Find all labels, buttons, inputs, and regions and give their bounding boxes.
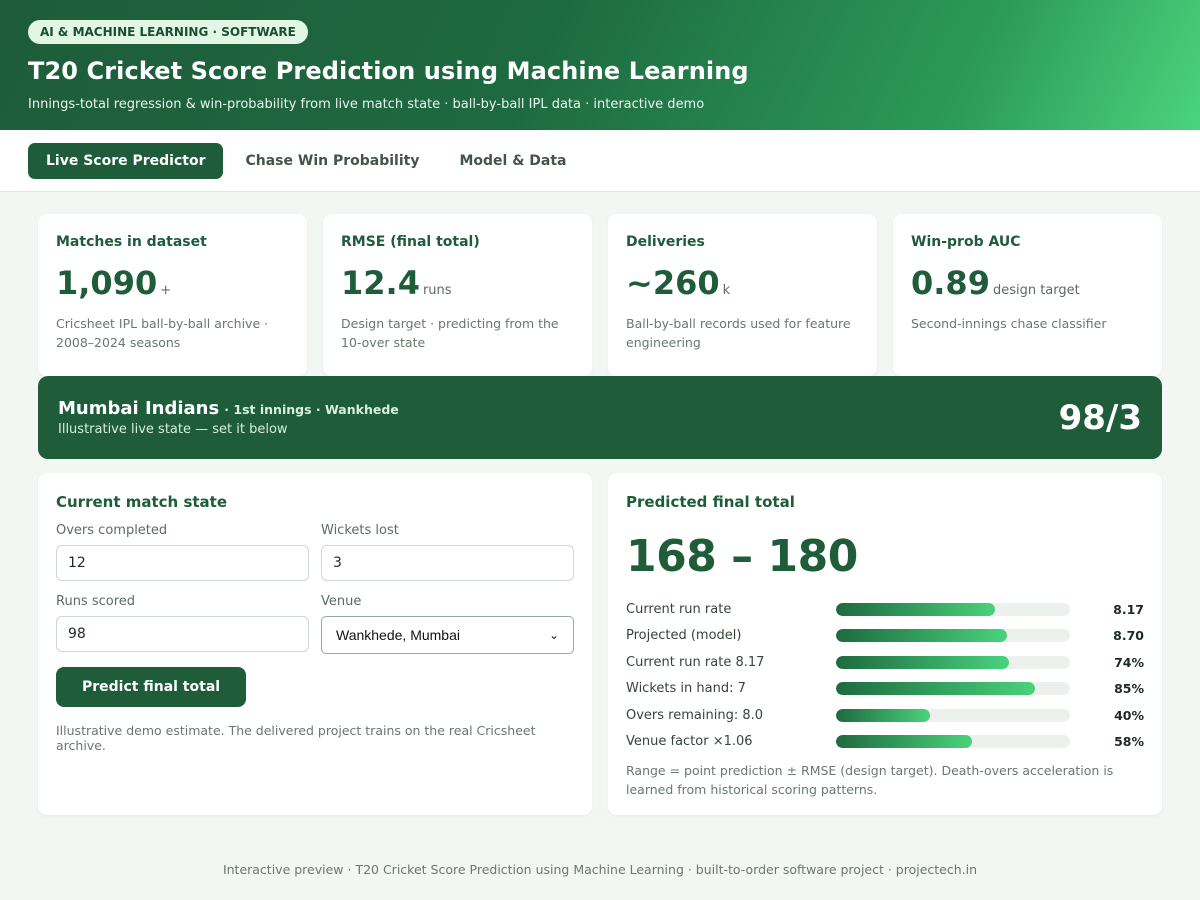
factor-value: 74% — [1114, 654, 1144, 670]
stat-value: 0.89 — [911, 264, 990, 302]
panel-title: Current match state — [56, 493, 228, 511]
innings-info: · 1st innings · Wankhede — [224, 402, 399, 417]
venue-field-group: Venue Wankhede, Mumbai ⌄ — [321, 594, 574, 654]
factor-bar-row: Projected (model) 8.70 — [626, 623, 1144, 650]
tab-bar: Live Score Predictor Chase Win Probabili… — [0, 130, 1200, 192]
stat-card-auc: Win-prob AUC 0.89 design target Second-in… — [893, 214, 1162, 376]
stat-title: Win-prob AUC — [911, 234, 1021, 250]
factor-bar-fill — [836, 708, 930, 722]
factor-bar-track — [836, 708, 1070, 722]
stat-title: Matches in dataset — [56, 234, 207, 250]
factor-label: Current run rate 8.17 — [626, 654, 765, 670]
stat-description: Second-innings chase classifier — [911, 316, 1107, 331]
tab-chase-win-probability[interactable]: Chase Win Probability — [227, 143, 437, 179]
banner-subtitle: Illustrative live state — set it below — [58, 422, 288, 437]
factor-value: 8.70 — [1113, 628, 1144, 644]
factor-bar-fill — [836, 629, 1007, 643]
runs-input[interactable] — [56, 616, 309, 652]
stat-description: Cricsheet IPL ball-by-ball archive · 200… — [56, 316, 269, 350]
stat-unit: + — [160, 283, 172, 298]
factor-bar-track — [836, 602, 1070, 616]
predicted-range: 168 – 180 — [626, 531, 858, 582]
chevron-down-icon: ⌄ — [548, 628, 559, 642]
stat-value: ~260 — [626, 264, 720, 302]
factor-bar-row: Venue factor ×1.06 58% — [626, 729, 1144, 756]
overs-input[interactable] — [56, 545, 309, 581]
factor-value: 58% — [1114, 734, 1144, 750]
venue-selected-value: Wankhede, Mumbai — [336, 627, 460, 643]
stat-title: RMSE (final total) — [341, 234, 480, 250]
factor-bar-track — [836, 735, 1070, 749]
wickets-input[interactable] — [321, 545, 574, 581]
page-title: T20 Cricket Score Prediction using Machi… — [28, 57, 749, 85]
stat-description: Design target · predicting from the 10-o… — [341, 316, 559, 350]
venue-label: Venue — [321, 594, 362, 609]
factor-bar-fill — [836, 735, 972, 749]
banner-info: Mumbai Indians · 1st innings · Wankhede … — [58, 398, 399, 437]
factor-value: 85% — [1114, 681, 1144, 697]
stat-card-deliveries: Deliveries ~260 k Ball-by-ball records us… — [608, 214, 877, 376]
stat-value: 1,090 — [56, 264, 158, 302]
match-state-panel: Current match state Overs completed Wick… — [38, 473, 592, 815]
factor-label: Projected (model) — [626, 628, 742, 644]
predict-final-total-button[interactable]: Predict final total — [56, 667, 247, 707]
tab-model-data[interactable]: Model & Data — [441, 143, 584, 179]
runs-field-group: Runs scored — [56, 594, 309, 654]
prediction-panel: Predicted final total 168 – 180 Current … — [608, 473, 1162, 815]
factor-bar-row: Current run rate 8.17 74% — [626, 649, 1144, 676]
footer: Interactive preview · T20 Cricket Score … — [222, 862, 978, 877]
factor-bar-row: Wickets in hand: 7 85% — [626, 676, 1144, 703]
factor-bar-fill — [836, 682, 1035, 696]
factor-value: 8.17 — [1113, 601, 1144, 617]
factor-bar-track — [836, 682, 1070, 696]
factor-label: Overs remaining: 8.0 — [626, 707, 764, 723]
factor-label: Current run rate — [626, 601, 732, 617]
stat-description: Ball-by-ball records used for feature en… — [626, 316, 851, 350]
page-subtitle: Innings-total regression & win-probabili… — [28, 97, 705, 112]
stat-unit: k — [722, 283, 731, 298]
range-note: Range = point prediction ± RMSE (design … — [626, 763, 1114, 797]
team-name: Mumbai Indians — [58, 398, 220, 419]
wickets-label: Wickets lost — [321, 523, 399, 538]
factor-bar-fill — [836, 602, 996, 616]
demo-note: Illustrative demo estimate. The delivere… — [56, 723, 536, 753]
overs-field-group: Overs completed — [56, 523, 309, 581]
factor-label: Wickets in hand: 7 — [626, 681, 746, 697]
factor-bars: Current run rate 8.17 Projected (model) 8.7… — [626, 596, 1144, 755]
stat-card-rmse: RMSE (final total) 12.4 runs Design targe… — [323, 214, 592, 376]
match-state-form: Overs completed Wickets lost Runs scored… — [56, 523, 574, 667]
factor-bar-track — [836, 655, 1070, 669]
live-score: 98/3 — [1058, 397, 1142, 438]
runs-label: Runs scored — [56, 594, 136, 609]
factor-bar-track — [836, 629, 1070, 643]
factor-value: 40% — [1114, 707, 1144, 723]
stat-value: 12.4 — [341, 264, 420, 302]
stat-card-matches: Matches in dataset 1,090 + Cricsheet IPL … — [38, 214, 307, 376]
factor-label: Venue factor ×1.06 — [626, 734, 753, 750]
stat-unit: design target — [992, 283, 1080, 298]
category-badge: AI & MACHINE LEARNING · SOFTWARE — [28, 20, 308, 44]
venue-select[interactable]: Wankhede, Mumbai ⌄ — [321, 616, 574, 654]
live-score-banner: Mumbai Indians · 1st innings · Wankhede … — [38, 376, 1162, 459]
panel-title: Predicted final total — [626, 493, 795, 511]
factor-bar-row: Overs remaining: 8.0 40% — [626, 702, 1144, 729]
factor-bar-fill — [836, 655, 1010, 669]
stats-row: Matches in dataset 1,090 + Cricsheet IPL … — [38, 214, 1162, 376]
overs-label: Overs completed — [56, 523, 168, 538]
factor-bar-row: Current run rate 8.17 — [626, 596, 1144, 623]
stat-unit: runs — [422, 283, 452, 298]
stat-title: Deliveries — [626, 234, 705, 250]
tab-live-score-predictor[interactable]: Live Score Predictor — [28, 142, 224, 179]
hero-header: AI & MACHINE LEARNING · SOFTWARE T20 Cri… — [0, 0, 1200, 130]
wickets-field-group: Wickets lost — [321, 523, 574, 581]
